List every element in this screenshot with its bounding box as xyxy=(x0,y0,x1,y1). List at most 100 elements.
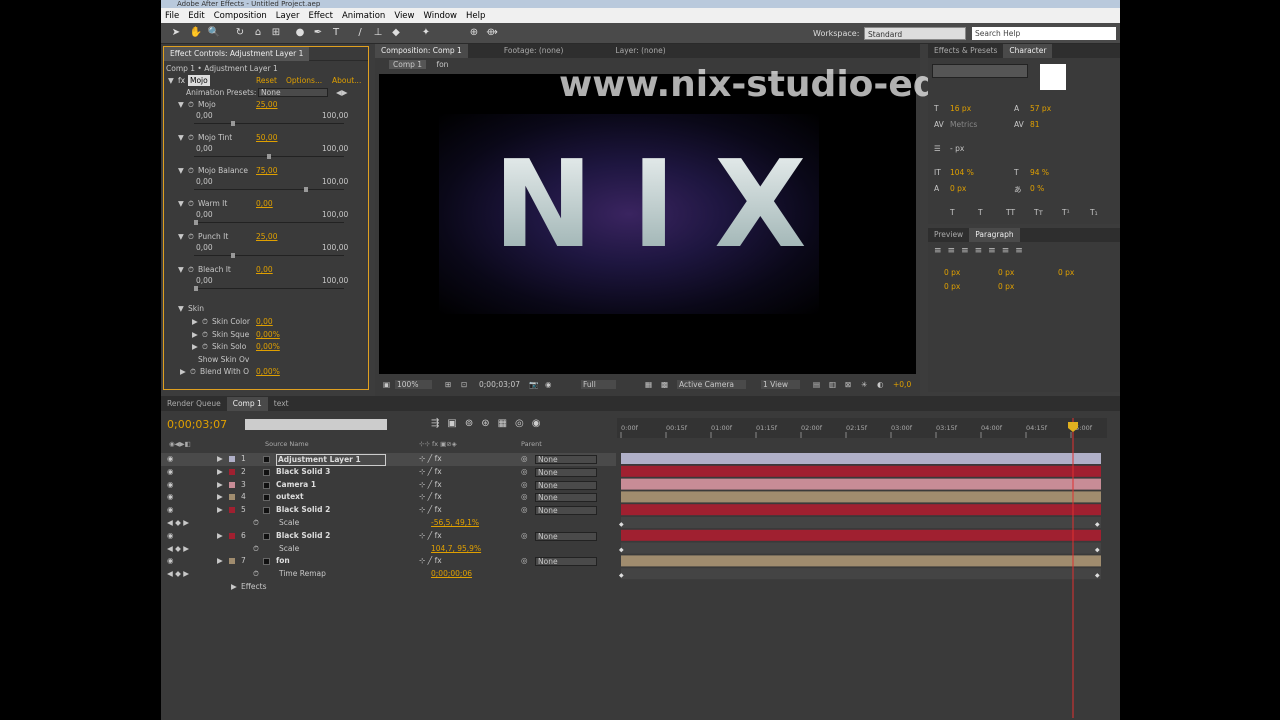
slider-knob[interactable] xyxy=(303,187,308,192)
tsume-value[interactable]: 0 % xyxy=(1030,184,1044,193)
param-value[interactable]: 50,00 xyxy=(256,132,277,143)
pan-behind-tool-icon[interactable]: ⊞ xyxy=(269,26,283,40)
layer-switches-icon[interactable]: ⊹ ╱ fx xyxy=(419,530,442,543)
timeline-row[interactable]: ◉ ▶ 3 Camera 1 ⊹ ╱ fx ◎ None xyxy=(161,479,616,492)
timeline-row[interactable]: ◉ ▶ 2 Black Solid 3 ⊹ ╱ fx ◎ None xyxy=(161,466,616,479)
label-color-swatch[interactable] xyxy=(229,507,235,514)
puppet-tool-icon[interactable]: ✦ xyxy=(419,26,433,40)
twirl-icon[interactable]: ▼ xyxy=(178,132,184,143)
layer-name[interactable]: Adjustment Layer 1 xyxy=(276,454,386,466)
layer-duration-bar[interactable] xyxy=(621,504,1101,516)
baseline-value[interactable]: 0 px xyxy=(950,184,966,193)
layer-switches-icon[interactable]: ⊹ ╱ fx xyxy=(419,504,442,517)
stopwatch-icon[interactable]: ⏱ xyxy=(188,264,194,275)
preset-arrows-icon[interactable]: ◀▶ xyxy=(336,87,348,98)
timeline-switches-icon[interactable]: ⇶▣⊚⊛▦◎◉ xyxy=(431,418,548,429)
preset-select[interactable]: None xyxy=(258,88,328,97)
pixel-aspect-icon[interactable]: ▤ xyxy=(813,380,820,389)
stopwatch-icon[interactable]: ⏱ xyxy=(188,198,194,209)
layer-name[interactable]: fon xyxy=(276,555,290,568)
space-after-value[interactable]: 0 px xyxy=(998,282,1014,291)
eraser-tool-icon[interactable]: ◆ xyxy=(389,26,403,40)
eye-icon[interactable]: ◉ xyxy=(167,555,174,568)
timeline-row[interactable]: ◉ ▶ 7 fon ⊹ ╱ fx ◎ None xyxy=(161,555,616,568)
char-style-button[interactable]: Tт xyxy=(1034,208,1043,217)
parent-select[interactable]: None xyxy=(535,493,597,503)
param-slider[interactable] xyxy=(194,220,344,225)
slider-knob[interactable] xyxy=(194,286,198,291)
timeline-icon[interactable]: ⊠ xyxy=(845,380,851,389)
parent-pickwhip-icon[interactable]: ◎ xyxy=(521,479,528,492)
search-help-input[interactable]: Search Help xyxy=(972,27,1116,40)
menu-help[interactable]: Help xyxy=(466,11,485,21)
selection-tool-icon[interactable]: ➤ xyxy=(169,26,183,40)
parent-pickwhip-icon[interactable]: ◎ xyxy=(521,530,528,543)
roi-icon[interactable]: ▦ xyxy=(645,380,652,389)
layer-switches-icon[interactable]: ⊹ ╱ fx xyxy=(419,453,442,466)
tab-render-queue[interactable]: Render Queue xyxy=(161,397,227,411)
timeline-row[interactable]: ▶ Effects xyxy=(161,581,616,594)
layer-name[interactable]: outext xyxy=(276,491,304,504)
hscale-value[interactable]: 94 % xyxy=(1030,168,1049,177)
parent-select[interactable]: None xyxy=(535,467,597,477)
tab-text[interactable]: text xyxy=(268,397,295,411)
tab-preview[interactable]: Preview xyxy=(928,228,969,242)
menu-layer[interactable]: Layer xyxy=(276,11,300,21)
menu-composition[interactable]: Composition xyxy=(214,11,267,21)
char-style-button[interactable]: TT xyxy=(1006,208,1015,217)
world-axis-icon[interactable]: ⟴ xyxy=(485,26,499,40)
tab-layer[interactable]: Layer: (none) xyxy=(609,44,671,58)
blend-value[interactable]: 0,00% xyxy=(256,366,280,377)
fast-preview-icon[interactable]: ▥ xyxy=(829,380,836,389)
menu-effect[interactable]: Effect xyxy=(309,11,333,21)
keyframe-icon[interactable]: ◆ xyxy=(619,547,624,554)
timeline-row[interactable]: ◉ ▶ 1 Adjustment Layer 1 ⊹ ╱ fx ◎ None xyxy=(161,453,616,466)
layer-switches-icon[interactable]: ⊹ ╱ fx xyxy=(419,491,442,504)
stopwatch-icon[interactable]: ⏱ xyxy=(190,366,196,377)
exposure-value[interactable]: +0,0 xyxy=(893,380,911,389)
tab-effect-controls[interactable]: Effect Controls: Adjustment Layer 1 xyxy=(164,46,310,61)
mask-view-icon[interactable]: ⊡ xyxy=(461,380,467,389)
layer-duration-bar[interactable] xyxy=(621,453,1101,464)
text-tool-icon[interactable]: T xyxy=(329,26,343,40)
keyframe-nav-icon[interactable]: ◀ ◆ ▶ xyxy=(167,517,189,530)
twirl-icon[interactable]: ▼ xyxy=(178,198,184,209)
composition-viewer[interactable]: NIX xyxy=(379,74,916,374)
parent-pickwhip-icon[interactable]: ◎ xyxy=(521,504,528,517)
parent-select[interactable]: None xyxy=(535,557,597,567)
crumb-fon[interactable]: fon xyxy=(436,60,448,69)
param-value[interactable]: 0,00 xyxy=(256,264,273,275)
twirl-icon[interactable]: ▶ xyxy=(192,316,198,327)
timeline-row[interactable]: ◉ ▶ 4 outext ⊹ ╱ fx ◎ None xyxy=(161,491,616,504)
layer-name[interactable]: Black Solid 3 xyxy=(276,466,330,479)
vscale-value[interactable]: 104 % xyxy=(950,168,974,177)
safe-area-icon[interactable]: ⊞ xyxy=(445,380,451,389)
fx-icon[interactable]: fx xyxy=(178,75,185,86)
crumb-comp1[interactable]: Comp 1 xyxy=(389,60,427,69)
tab-effects-presets[interactable]: Effects & Presets xyxy=(928,44,1003,58)
fx-name[interactable]: Mojo xyxy=(188,75,210,86)
twirl-icon[interactable]: ▶ xyxy=(217,555,223,568)
param-slider[interactable] xyxy=(194,187,344,192)
param-value[interactable]: 25,00 xyxy=(256,231,277,242)
param-value[interactable]: 0,00 xyxy=(256,198,273,209)
fill-color-swatch[interactable] xyxy=(1040,64,1066,90)
space-before-value[interactable]: 0 px xyxy=(944,282,960,291)
menu-animation[interactable]: Animation xyxy=(342,11,385,21)
tab-character[interactable]: Character xyxy=(1003,44,1053,58)
twirl-icon[interactable]: ▼ xyxy=(178,264,184,275)
slider-knob[interactable] xyxy=(267,154,271,159)
skin-param-value[interactable]: 0,00% xyxy=(256,341,280,352)
keyframe-nav-icon[interactable]: ◀ ◆ ▶ xyxy=(167,568,189,581)
char-style-button[interactable]: T¹ xyxy=(1062,208,1070,217)
time-ruler[interactable]: 0:00f 00:15f 01:00f 01:15f 02:00f 02:15f 03:00… xyxy=(617,418,1107,718)
grid-icon[interactable]: ▣ xyxy=(383,380,390,389)
twirl-icon[interactable]: ▶ xyxy=(217,491,223,504)
layer-switches-icon[interactable]: ⊹ ╱ fx xyxy=(419,479,442,492)
tab-comp1[interactable]: Comp 1 xyxy=(226,396,268,411)
workspace-select[interactable]: Standard xyxy=(864,27,966,40)
parent-pickwhip-icon[interactable]: ◎ xyxy=(521,555,528,568)
label-color-swatch[interactable] xyxy=(229,456,235,462)
timeline-row[interactable]: ◀ ◆ ▶ ⏱ Scale 104,7, 95,9% xyxy=(161,543,616,556)
clone-tool-icon[interactable]: ⊥ xyxy=(371,26,385,40)
